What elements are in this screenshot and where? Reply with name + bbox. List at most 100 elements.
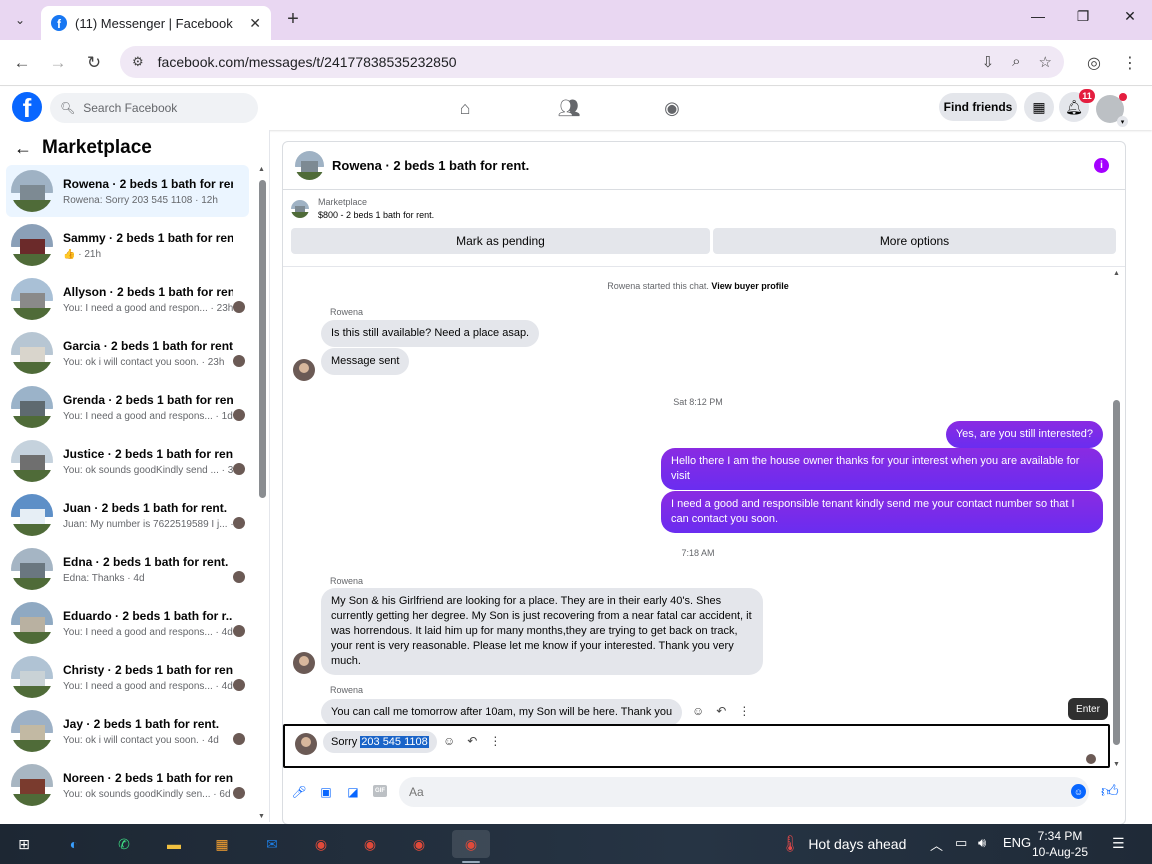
scrollbar-thumb[interactable] (1113, 400, 1120, 745)
profile-icon[interactable]: ◎ (1082, 51, 1106, 75)
browser-tab[interactable]: f (11) Messenger | Facebook ✕ (41, 6, 271, 40)
outlook-icon[interactable]: ✉ (258, 830, 286, 858)
friends-icon[interactable]: 👥︎ (554, 95, 584, 121)
conversation-item[interactable]: Grenda · 2 beds 1 bath for rent. You: I n… (6, 381, 249, 433)
scroll-up-icon[interactable]: ▲ (1113, 270, 1120, 277)
zoom-icon[interactable]: ⌕ (1012, 53, 1020, 71)
volume-icon[interactable]: 🔊︎ (978, 835, 986, 851)
facebook-search-input[interactable]: 🔍︎ Search Facebook (50, 93, 258, 123)
conversation-item[interactable]: Justice · 2 beds 1 bath for rent. You: ok… (6, 435, 249, 487)
store-icon[interactable]: ▦ (208, 830, 236, 858)
account-avatar[interactable]: ▾ (1096, 93, 1128, 127)
system-clock[interactable]: 7:34 PM 10-Aug-25 (1030, 828, 1090, 860)
maximize-icon[interactable]: ❐ (1068, 8, 1098, 25)
sender-avatar[interactable] (293, 652, 315, 674)
weather-widget[interactable]: 🌡︎ Hot days ahead (780, 834, 906, 854)
conversation-item[interactable]: Jay · 2 beds 1 bath for rent. You: ok i w… (6, 705, 249, 757)
listing-thumbnail[interactable] (295, 151, 324, 180)
facebook-logo-icon[interactable]: f (12, 92, 42, 122)
react-emoji-icon[interactable]: ☺ (692, 704, 704, 718)
reply-icon[interactable]: ↶ (467, 734, 477, 748)
tab-search-icon[interactable]: ⌄ (8, 8, 32, 32)
new-tab-icon[interactable]: + (282, 8, 304, 30)
incoming-message[interactable]: Sorry 203 545 1108 (323, 731, 437, 753)
more-vert-icon[interactable]: ⋮ (738, 704, 750, 718)
file-explorer-icon[interactable]: ▬ (160, 830, 188, 858)
groups-icon[interactable]: ◉ (657, 95, 687, 121)
sender-avatar[interactable] (295, 733, 317, 755)
whatsapp-icon[interactable]: ✆ (110, 830, 138, 858)
url-text[interactable]: facebook.com/messages/t/2417783853523285… (158, 54, 457, 70)
more-vert-icon[interactable]: ⋮ (489, 734, 501, 748)
install-app-icon[interactable]: ⇩ (982, 53, 995, 71)
selected-text[interactable]: 203 545 1108 (360, 736, 429, 748)
back-arrow-icon[interactable]: ← (14, 138, 32, 159)
site-info-icon[interactable]: ⚙ (132, 54, 144, 70)
conversation-item[interactable]: Juan · 2 beds 1 bath for rent. Juan: My n… (6, 489, 249, 541)
bookmark-star-icon[interactable]: ☆ (1039, 53, 1052, 71)
incoming-message[interactable]: Message sent (321, 348, 410, 375)
more-options-button[interactable]: More options (713, 228, 1116, 254)
forward-icon[interactable]: → (46, 51, 70, 75)
conversation-item[interactable]: Eduardo · 2 beds 1 bath for r... You: I n… (6, 597, 249, 649)
mark-as-pending-button[interactable]: Mark as pending (291, 228, 710, 254)
scrollbar-thumb[interactable] (259, 180, 266, 498)
network-icon[interactable]: ▭ (955, 835, 967, 851)
listing-mini-thumbnail (291, 199, 309, 218)
info-icon[interactable]: i (1094, 158, 1109, 173)
sticker-icon[interactable]: ◪ (345, 784, 361, 800)
chrome-icon[interactable]: ◉ (307, 830, 335, 858)
react-emoji-icon[interactable]: ☺ (443, 734, 455, 748)
timestamp-divider: Sat 8:12 PM (673, 397, 723, 407)
incoming-message[interactable]: You can call me tomorrow after 10am, my … (321, 699, 683, 726)
outgoing-message[interactable]: Yes, are you still interested? (945, 421, 1103, 448)
listing-summary[interactable]: Marketplace $800 - 2 beds 1 bath for ren… (291, 197, 434, 220)
listing-thumbnail (11, 494, 53, 536)
menu-kebab-icon[interactable]: ⋮ (1118, 51, 1142, 75)
chat-title[interactable]: Rowena · 2 beds 1 bath for rent. (332, 158, 529, 173)
microphone-icon[interactable]: 🎤︎ (291, 784, 307, 800)
chrome-active-icon[interactable]: ◉ (452, 830, 490, 858)
home-icon[interactable]: ⌂ (450, 95, 480, 121)
incoming-message[interactable]: My Son & his Girlfriend are looking for … (321, 588, 763, 675)
incoming-message[interactable]: Is this still available? Need a place as… (321, 320, 540, 347)
back-icon[interactable]: ← (10, 51, 34, 75)
tab-close-icon[interactable]: ✕ (249, 15, 261, 32)
windows-start-icon[interactable]: ⊞ (10, 830, 38, 858)
outgoing-message[interactable]: Hello there I am the house owner thanks … (661, 448, 1103, 490)
sender-avatar[interactable] (293, 359, 315, 381)
scroll-down-icon[interactable]: ▼ (258, 813, 265, 820)
reload-icon[interactable]: ↻ (82, 51, 106, 75)
thumbs-up-icon[interactable]: 👍︎ (1101, 781, 1119, 802)
omnibox[interactable]: ⚙ facebook.com/messages/t/24177838535232… (120, 46, 1064, 78)
conversation-item[interactable]: Allyson · 2 beds 1 bath for rent. You: I … (6, 273, 249, 325)
window-close-icon[interactable]: ✕ (1115, 8, 1145, 25)
chrome-icon[interactable]: ◉ (405, 830, 433, 858)
message-input[interactable] (399, 777, 1089, 807)
conversation-item[interactable]: Rowena · 2 beds 1 bath for rent. Rowena: … (6, 165, 249, 217)
reply-icon[interactable]: ↶ (716, 704, 726, 718)
scroll-down-icon[interactable]: ▼ (1113, 761, 1120, 768)
photo-icon[interactable]: ▣ (318, 784, 334, 800)
tray-chevron-up-icon[interactable]: ︿ (930, 835, 943, 854)
chat-scrollbar[interactable]: ▲ ▼ (1111, 270, 1123, 768)
menu-grid-icon[interactable]: ▦ (1024, 92, 1054, 122)
conversation-item[interactable]: Christy · 2 beds 1 bath for rent. You: I … (6, 651, 249, 703)
sidebar-scrollbar[interactable]: ▲ ▼ (257, 166, 267, 820)
listing-thumbnail (11, 764, 53, 806)
emoji-icon[interactable]: ☺ (1071, 784, 1086, 799)
chrome-icon[interactable]: ◉ (356, 830, 384, 858)
language-indicator[interactable]: ENG (1003, 835, 1031, 850)
conversation-item[interactable]: Edna · 2 beds 1 bath for rent. Edna: Than… (6, 543, 249, 595)
gif-icon[interactable]: GIF (373, 785, 387, 797)
scroll-up-icon[interactable]: ▲ (258, 166, 265, 173)
notification-center-icon[interactable]: ☰ (1112, 835, 1125, 852)
conversation-item[interactable]: Garcia · 2 beds 1 bath for rent. You: ok … (6, 327, 249, 379)
minimize-icon[interactable]: — (1023, 8, 1053, 24)
view-buyer-profile-link[interactable]: View buyer profile (711, 281, 788, 291)
edge-icon[interactable]: ◐ (60, 830, 88, 858)
conversation-item[interactable]: Sammy · 2 beds 1 bath for rent. 👍 · 21h (6, 219, 249, 271)
find-friends-button[interactable]: Find friends (939, 93, 1017, 121)
outgoing-message[interactable]: I need a good and responsible tenant kin… (661, 491, 1103, 533)
conversation-item[interactable]: Noreen · 2 beds 1 bath for rent. You: ok … (6, 759, 249, 811)
